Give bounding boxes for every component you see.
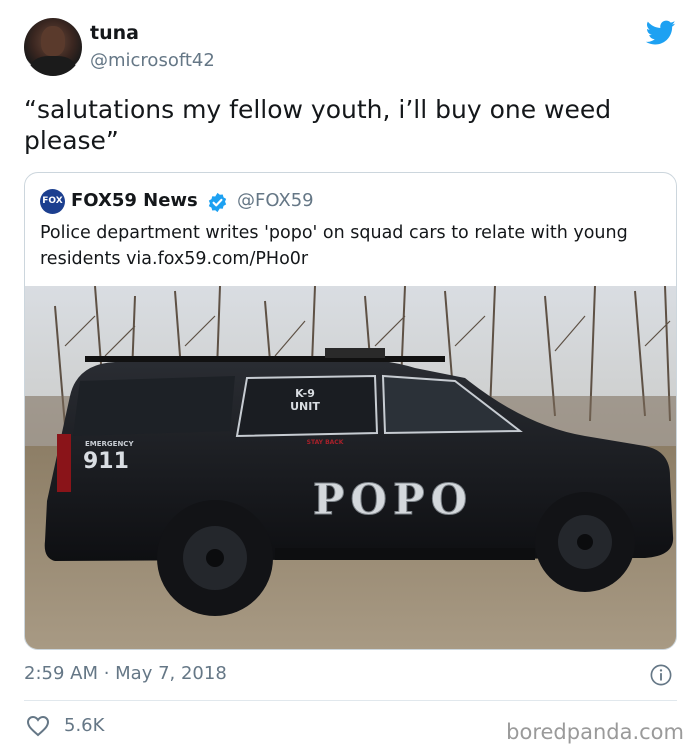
front-wheel <box>535 492 635 592</box>
emergency-label: EMERGENCY <box>85 440 134 448</box>
watermark: boredpanda.com <box>506 720 684 744</box>
stay-back-label: STAY BACK <box>307 439 344 446</box>
quoted-tweet-text: Police department writes 'popo' on squad… <box>40 223 628 269</box>
k9-label: K-9 <box>295 387 315 400</box>
police-suv-photo[interactable]: K-9 UNIT STAY BACK EMERGENCY 911 POPO <box>25 286 677 650</box>
display-name[interactable]: tuna <box>90 22 139 44</box>
quoted-tweet-header: FOX 59 FOX59 News @FOX59 <box>40 189 660 231</box>
tail-light <box>57 434 71 492</box>
avatar-face <box>41 26 65 56</box>
divider <box>24 700 677 701</box>
quoted-display-name[interactable]: FOX59 News <box>71 190 198 211</box>
light-bar <box>325 348 385 358</box>
like-count[interactable]: 5.6K <box>64 715 104 736</box>
rear-window <box>73 376 235 436</box>
twitter-bird-icon[interactable] <box>646 20 676 46</box>
popo-door-text: POPO <box>313 475 473 524</box>
tweet-text: “salutations my fellow youth, i’ll buy o… <box>24 95 612 155</box>
quoted-handle[interactable]: @FOX59 <box>237 190 314 211</box>
avatar[interactable] <box>24 18 82 76</box>
avatar-shirt <box>30 56 76 76</box>
user-handle[interactable]: @microsoft42 <box>90 50 215 71</box>
verified-badge-icon <box>208 192 227 213</box>
running-board <box>275 548 535 560</box>
rear-wheel <box>157 500 273 616</box>
fox59-logo: FOX 59 <box>40 189 65 231</box>
emergency-number: 911 <box>83 449 129 474</box>
tweet-header: tuna @microsoft42 <box>24 18 676 80</box>
heart-icon[interactable] <box>26 715 50 737</box>
roof-rack <box>85 356 445 362</box>
info-icon[interactable] <box>650 664 672 686</box>
unit-label: UNIT <box>290 400 320 413</box>
quoted-tweet-card[interactable]: FOX 59 FOX59 News @FOX59 Police departme… <box>24 172 677 650</box>
tweet-timestamp[interactable]: 2:59 AM · May 7, 2018 <box>24 663 227 684</box>
